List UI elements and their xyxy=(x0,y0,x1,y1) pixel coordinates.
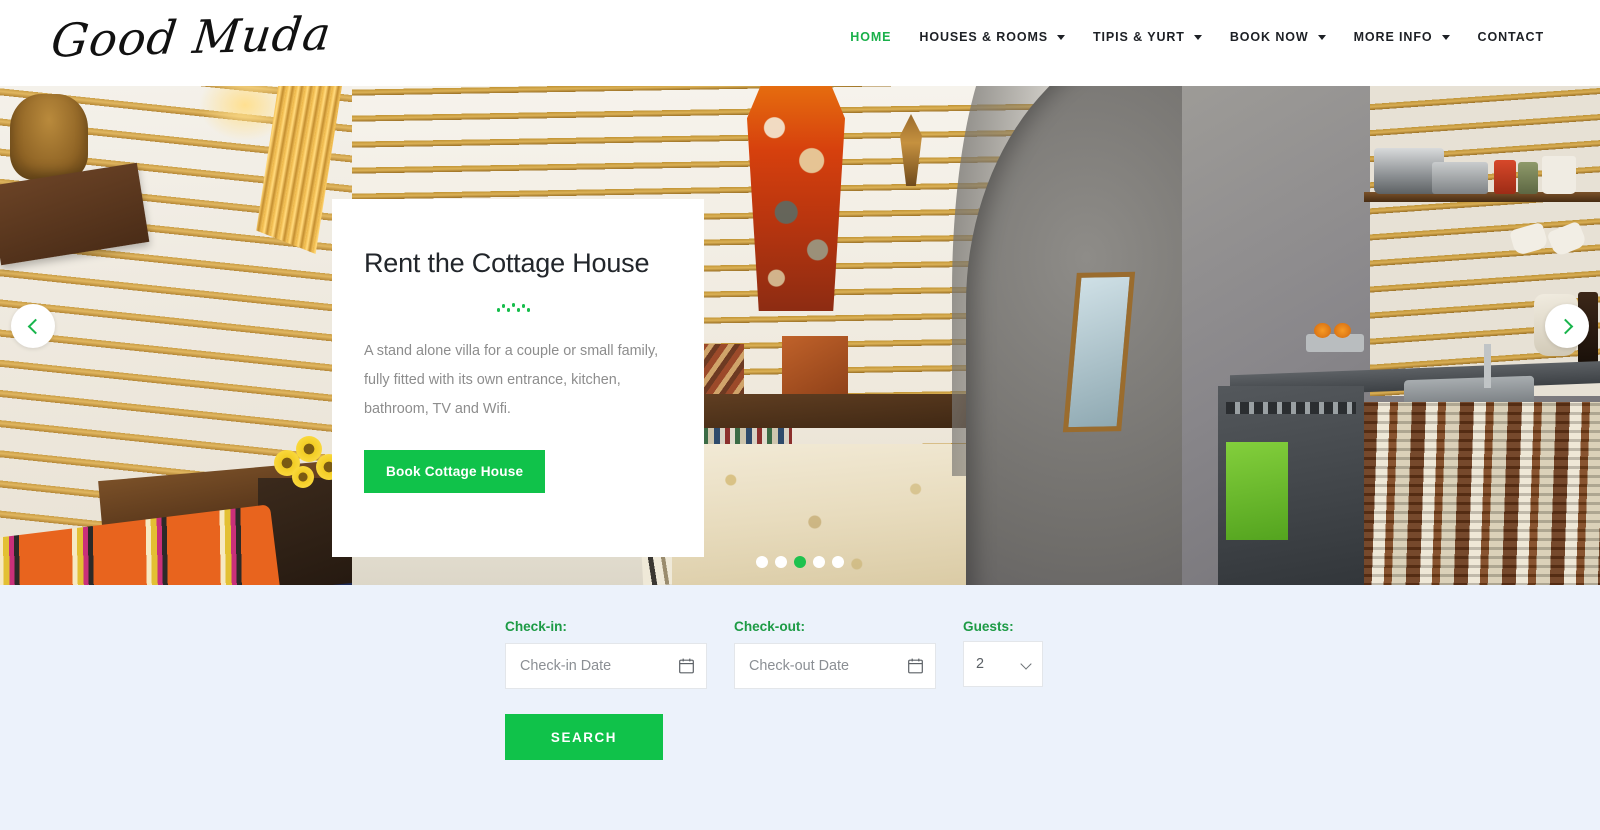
nav-item-label: HOME xyxy=(850,30,892,44)
booking-search-section: Check-in: Check-out: xyxy=(0,585,1600,830)
nav-item-book-now[interactable]: BOOK NOW xyxy=(1216,30,1340,44)
checkin-input[interactable] xyxy=(506,644,706,688)
nav-item-label: CONTACT xyxy=(1477,30,1544,44)
chevron-down-icon xyxy=(1020,658,1032,670)
guests-select[interactable]: 2 xyxy=(963,641,1043,687)
dot-ornament-divider xyxy=(497,301,533,313)
guests-field: Guests: 2 xyxy=(963,619,1043,687)
guests-label: Guests: xyxy=(963,619,1014,634)
hero-content-card: Rent the Cottage House A stand alone vil… xyxy=(332,199,704,557)
chevron-down-icon xyxy=(1441,34,1450,40)
site-header: Good Muda HOME HOUSES & ROOMS TIPIS & YU… xyxy=(0,0,1600,86)
hero-title: Rent the Cottage House xyxy=(364,248,650,278)
carousel-dot-4[interactable] xyxy=(813,556,825,568)
nav-item-label: TIPIS & YURT xyxy=(1093,30,1185,44)
carousel-prev-button[interactable] xyxy=(11,304,55,348)
green-towel xyxy=(1226,442,1288,540)
booking-form: Check-in: Check-out: xyxy=(505,619,1070,689)
nav-item-tipis-yurt[interactable]: TIPIS & YURT xyxy=(1079,30,1216,44)
nav-item-houses-rooms[interactable]: HOUSES & ROOMS xyxy=(905,30,1079,44)
hero-description: A stand alone villa for a couple or smal… xyxy=(364,343,659,418)
checkin-label: Check-in: xyxy=(505,619,567,634)
carousel-dot-2[interactable] xyxy=(775,556,787,568)
carousel-next-button[interactable] xyxy=(1545,304,1589,348)
checkout-input[interactable] xyxy=(735,644,935,688)
site-logo[interactable]: Good Muda xyxy=(48,6,334,67)
green-jar xyxy=(1518,162,1538,194)
hero-image-kitchen xyxy=(1182,86,1600,585)
hanging-kimono xyxy=(747,86,845,311)
faucet xyxy=(1484,344,1491,388)
white-mug-on-shelf xyxy=(1542,156,1576,194)
nav-item-label: BOOK NOW xyxy=(1229,30,1309,44)
carousel-dot-3[interactable] xyxy=(794,556,806,568)
red-jar xyxy=(1494,160,1516,194)
wooden-shelf-left xyxy=(0,162,150,266)
nav-item-more-info[interactable]: MORE INFO xyxy=(1340,30,1464,44)
nav-item-home[interactable]: HOME xyxy=(836,30,905,44)
chevron-left-icon xyxy=(27,318,43,334)
checkin-input-wrapper[interactable] xyxy=(505,643,707,689)
nav-item-label: MORE INFO xyxy=(1353,30,1433,44)
chevron-down-icon xyxy=(1057,34,1065,40)
main-navigation: HOME HOUSES & ROOMS TIPIS & YURT BOOK NO… xyxy=(836,30,1558,44)
nav-item-label: HOUSES & ROOMS xyxy=(919,30,1048,44)
hero-slide-image xyxy=(0,86,1600,585)
oranges-on-rack xyxy=(1306,323,1364,352)
stove-knobs xyxy=(1226,402,1356,414)
steel-pan xyxy=(1432,162,1488,194)
hero-carousel: Rent the Cottage House A stand alone vil… xyxy=(0,86,1600,585)
wall-carving-panel xyxy=(782,336,848,402)
nav-item-contact[interactable]: CONTACT xyxy=(1464,30,1558,44)
search-button[interactable]: Search xyxy=(505,714,663,760)
chevron-right-icon xyxy=(1557,318,1573,334)
chevron-down-icon xyxy=(1317,34,1326,40)
checkin-field: Check-in: xyxy=(505,619,707,689)
guests-selected-value: 2 xyxy=(976,656,985,672)
checkout-input-wrapper[interactable] xyxy=(734,643,936,689)
checkout-label: Check-out: xyxy=(734,619,805,634)
woven-basket-decor xyxy=(10,94,88,180)
carousel-dot-1[interactable] xyxy=(756,556,768,568)
chevron-down-icon xyxy=(1193,34,1202,40)
carousel-dots xyxy=(0,556,1600,568)
book-cottage-house-button[interactable]: Book Cottage House xyxy=(364,449,546,493)
checkout-field: Check-out: xyxy=(734,619,936,689)
carousel-dot-5[interactable] xyxy=(832,556,844,568)
